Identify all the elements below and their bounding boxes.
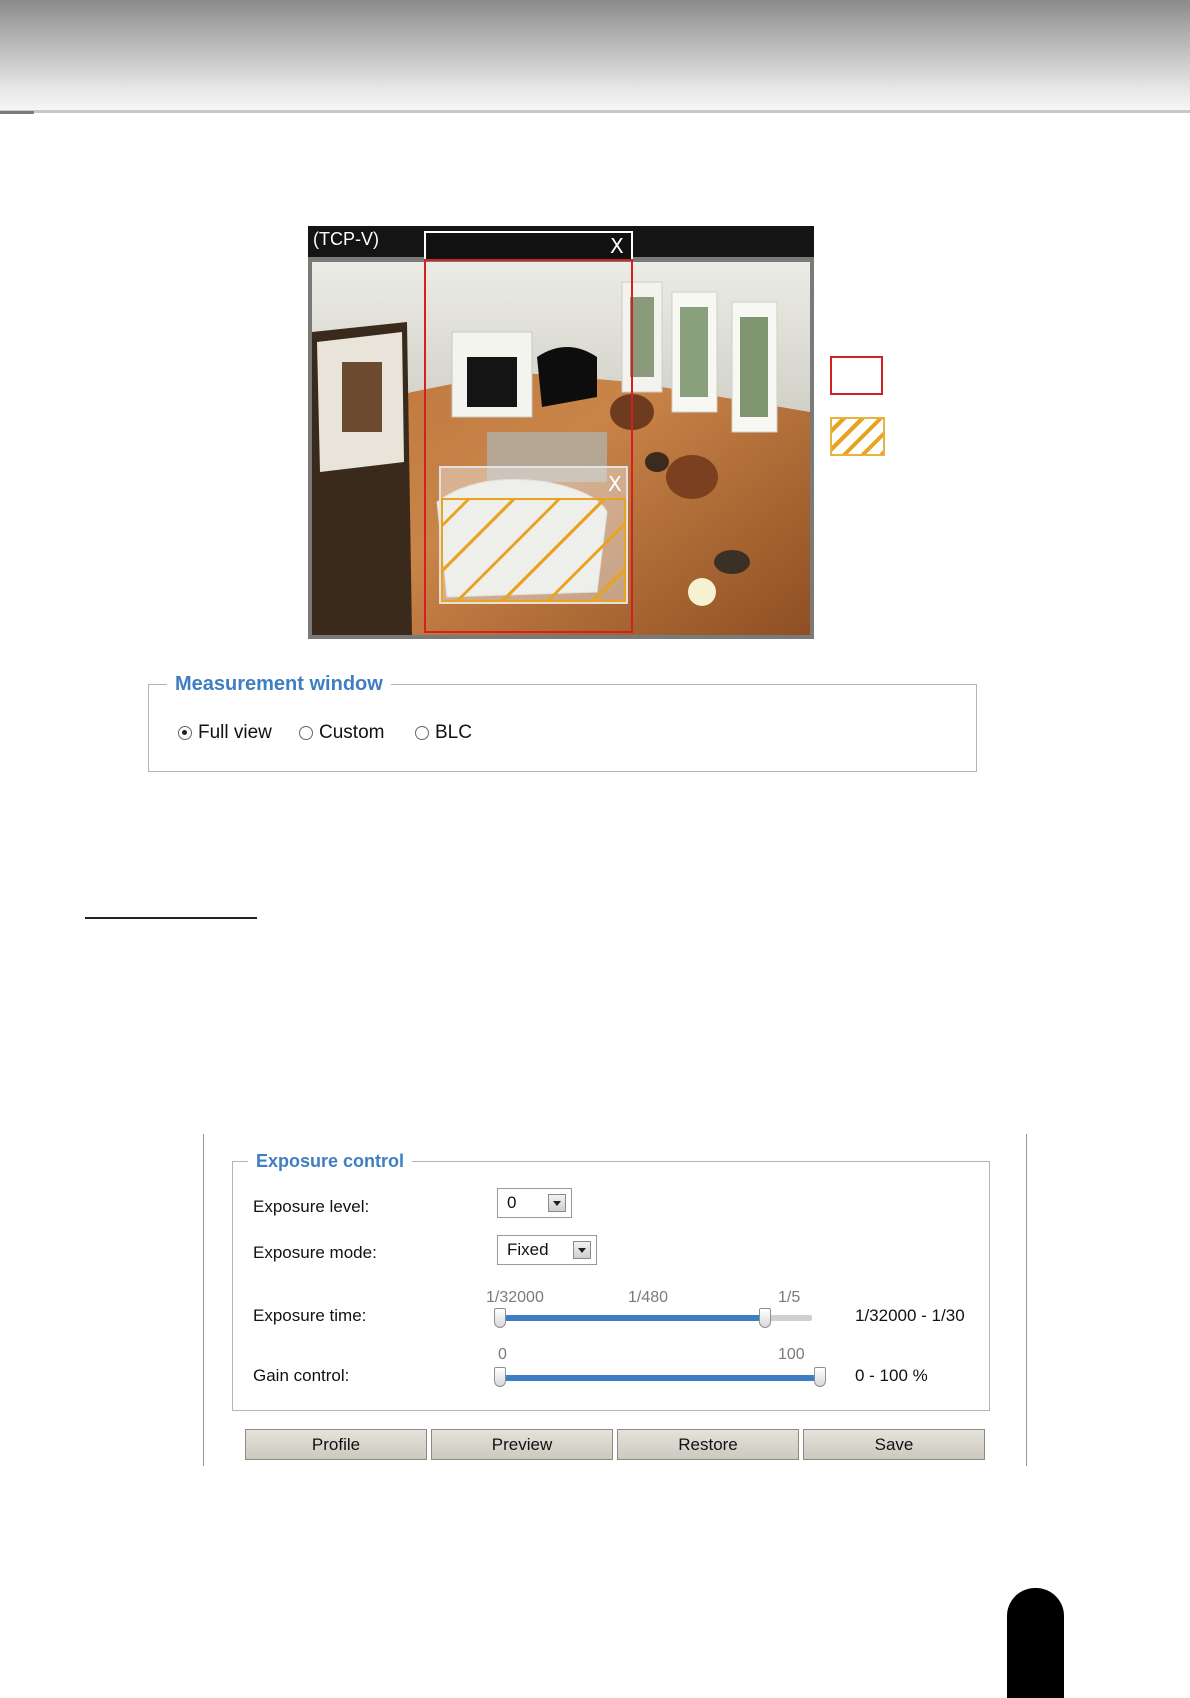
exposure-time-tick-max: 1/5 xyxy=(778,1289,801,1306)
form-frame-left-border xyxy=(203,1134,204,1466)
gain-max-handle[interactable] xyxy=(814,1367,826,1387)
measurement-option-custom[interactable]: Custom xyxy=(299,722,384,744)
exposure-time-max-handle[interactable] xyxy=(759,1308,772,1328)
measurement-window-group xyxy=(148,684,977,772)
legend-blc-swatch xyxy=(830,417,885,456)
page-number-tab xyxy=(1007,1588,1064,1698)
gain-control-label: Gain control: xyxy=(253,1366,350,1385)
exposure-time-slider-fill xyxy=(500,1315,766,1321)
exposure-mode-select[interactable]: Fixed xyxy=(497,1235,597,1265)
exposure-mode-label: Exposure mode: xyxy=(253,1243,377,1262)
custom-window-close-icon[interactable]: X xyxy=(610,236,624,256)
header-accent xyxy=(0,111,34,114)
full-view-radio[interactable] xyxy=(178,726,192,740)
exposure-time-tick-min: 1/32000 xyxy=(486,1289,544,1306)
exposure-level-label: Exposure level: xyxy=(253,1197,370,1216)
profile-button[interactable]: Profile xyxy=(245,1429,427,1460)
gain-range: 0 - 100 % xyxy=(855,1366,928,1385)
exposure-mode-value: Fixed xyxy=(507,1240,549,1259)
exposure-control-title: Exposure control xyxy=(248,1151,413,1172)
blc-radio[interactable] xyxy=(415,726,429,740)
exposure-level-select[interactable]: 0 xyxy=(497,1188,572,1218)
custom-window-header[interactable]: X xyxy=(426,233,631,259)
restore-button[interactable]: Restore xyxy=(617,1429,799,1460)
blc-hatched-area xyxy=(441,498,626,602)
exposure-time-label: Exposure time: xyxy=(253,1306,367,1325)
header-divider xyxy=(0,110,1190,113)
gain-tick-min: 0 xyxy=(498,1346,507,1363)
legend-custom-window-swatch xyxy=(830,356,883,395)
section-heading-underline xyxy=(85,917,257,919)
chevron-down-icon[interactable] xyxy=(573,1241,591,1259)
exposure-time-tick-mid: 1/480 xyxy=(628,1289,669,1306)
blc-label[interactable]: BLC xyxy=(435,722,472,744)
custom-label[interactable]: Custom xyxy=(319,722,384,744)
exposure-time-range: 1/32000 - 1/30 xyxy=(855,1306,965,1325)
gain-tick-max: 100 xyxy=(778,1346,805,1363)
stream-protocol-label: (TCP-V) xyxy=(313,229,379,249)
gain-slider-track[interactable] xyxy=(500,1375,820,1381)
measurement-window-title: Measurement window xyxy=(167,673,391,696)
blc-window[interactable]: X xyxy=(439,466,628,604)
measurement-option-full-view[interactable]: Full view xyxy=(178,722,272,744)
save-button[interactable]: Save xyxy=(803,1429,985,1460)
exposure-time-min-handle[interactable] xyxy=(494,1308,506,1328)
gain-min-handle[interactable] xyxy=(494,1367,506,1387)
custom-radio[interactable] xyxy=(299,726,313,740)
measurement-option-blc[interactable]: BLC xyxy=(415,722,472,744)
preview-button[interactable]: Preview xyxy=(431,1429,613,1460)
form-frame-right-border xyxy=(1026,1134,1027,1466)
page-header-band xyxy=(0,0,1190,110)
exposure-level-value: 0 xyxy=(507,1193,517,1212)
gain-slider-fill xyxy=(500,1375,820,1381)
chevron-down-icon[interactable] xyxy=(548,1194,566,1212)
full-view-label[interactable]: Full view xyxy=(198,722,272,744)
blc-window-close-icon[interactable]: X xyxy=(608,474,622,494)
